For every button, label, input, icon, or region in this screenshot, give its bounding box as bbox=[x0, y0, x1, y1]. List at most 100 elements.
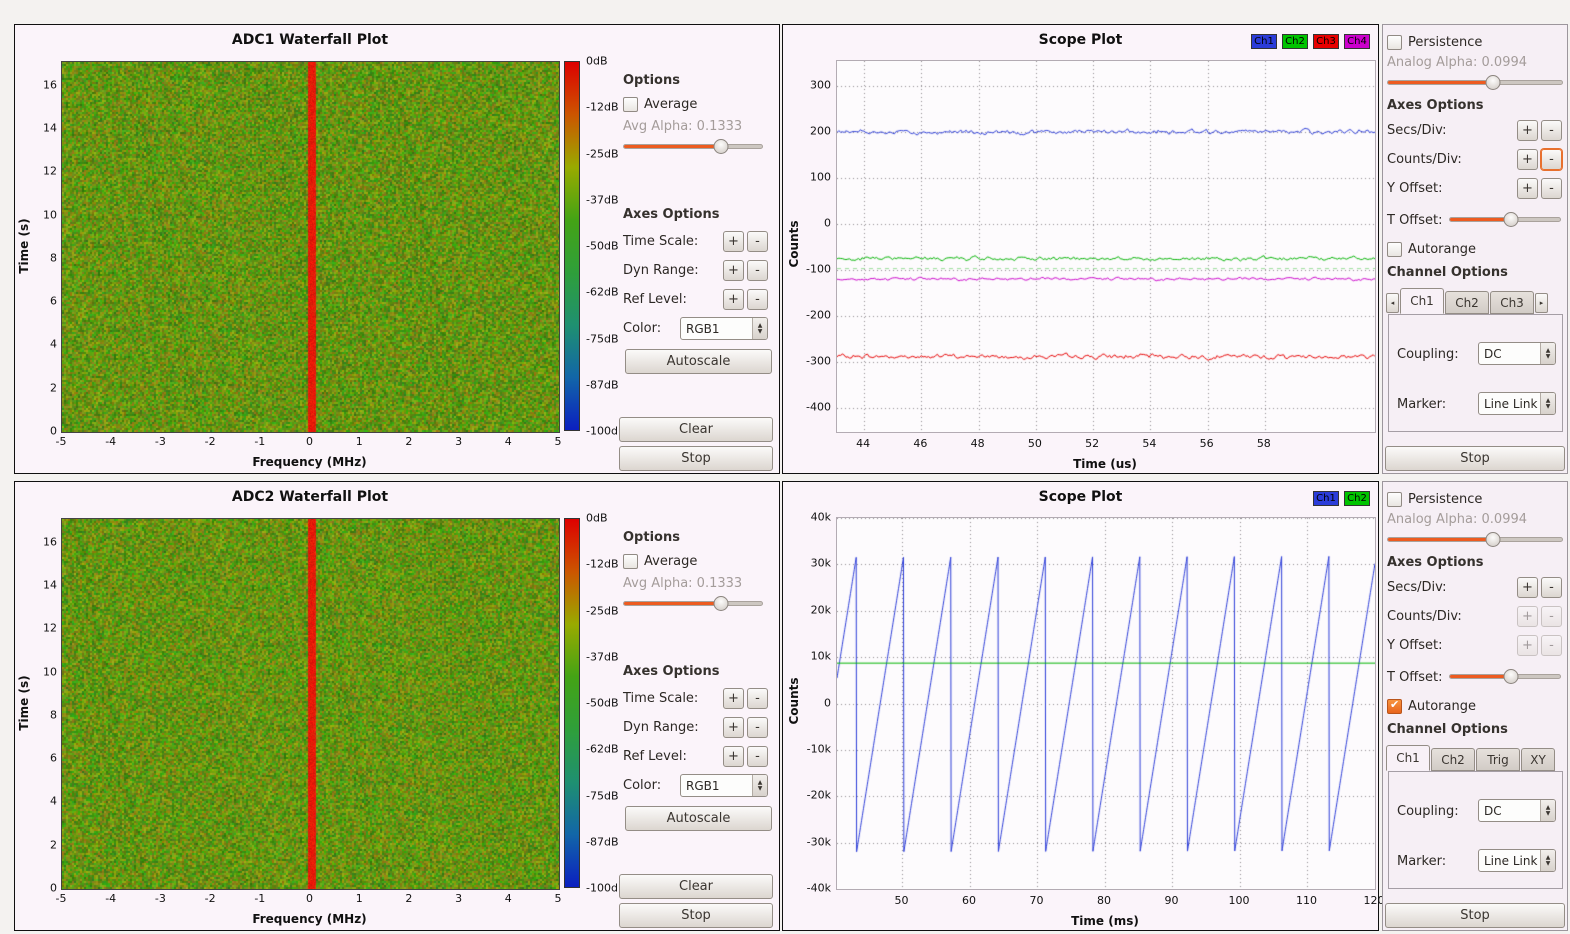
coupling-dropdown[interactable]: DC ▲▼ bbox=[1478, 342, 1556, 365]
y-tick-label: 10k bbox=[811, 650, 831, 663]
scope1-stop-button[interactable]: Stop bbox=[1385, 446, 1565, 471]
scope2-autorange-checkbox[interactable]: Autorange bbox=[1387, 697, 1476, 715]
counts-div-minus-button[interactable]: - bbox=[1541, 149, 1562, 170]
stepper-arrows-icon[interactable]: ▲▼ bbox=[1540, 850, 1555, 871]
time-scale-minus-button[interactable]: - bbox=[747, 688, 768, 709]
stepper-arrows-icon[interactable]: ▲▼ bbox=[1540, 393, 1555, 414]
ref-level-plus-button[interactable]: + bbox=[723, 746, 744, 767]
tabs-scroll-left-button[interactable]: ◂ bbox=[1386, 293, 1399, 313]
y-offset-plus-button[interactable]: + bbox=[1517, 178, 1538, 199]
secs-div-minus-button[interactable]: - bbox=[1541, 120, 1562, 141]
scope1-analog-alpha-slider[interactable] bbox=[1387, 75, 1563, 90]
tab-trig[interactable]: Trig bbox=[1476, 748, 1520, 771]
scope1-persistence-checkbox[interactable]: Persistence bbox=[1387, 33, 1482, 51]
tab-ch1[interactable]: Ch1 bbox=[1400, 288, 1444, 314]
stepper-arrows-icon[interactable]: ▲▼ bbox=[752, 318, 767, 339]
scope1-t-offset-slider[interactable] bbox=[1449, 212, 1561, 227]
dyn-range-minus-button[interactable]: - bbox=[747, 717, 768, 738]
slider-knob[interactable] bbox=[1485, 75, 1500, 90]
scope1-autorange-checkbox[interactable]: Autorange bbox=[1387, 240, 1476, 258]
adc2-stop-button[interactable]: Stop bbox=[619, 903, 773, 928]
scope2-t-offset-slider[interactable] bbox=[1449, 669, 1561, 684]
adc1-autoscale-button[interactable]: Autoscale bbox=[625, 349, 772, 374]
scope1-channel-tabs: ◂ Ch1 Ch2 Ch3 ▸ bbox=[1386, 288, 1564, 314]
dyn-range-plus-button[interactable]: + bbox=[723, 260, 744, 281]
stepper-arrows-icon[interactable]: ▲▼ bbox=[1540, 343, 1555, 364]
x-tick-label: 0 bbox=[306, 892, 313, 905]
y-tick-label: 0 bbox=[824, 216, 831, 229]
dyn-range-minus-button[interactable]: - bbox=[747, 260, 768, 281]
adc2-avg-alpha-slider[interactable] bbox=[623, 596, 763, 611]
slider-knob[interactable] bbox=[1485, 532, 1500, 547]
stepper-arrows-icon[interactable]: ▲▼ bbox=[1540, 800, 1555, 821]
marker-dropdown[interactable]: Line Link ▲▼ bbox=[1478, 849, 1556, 872]
scope2-stop-button[interactable]: Stop bbox=[1385, 903, 1565, 928]
adc2-waterfall-display[interactable] bbox=[61, 518, 560, 890]
colorbar-label: -37dB bbox=[586, 193, 619, 206]
marker-label: Marker: bbox=[1397, 397, 1446, 412]
secs-div-plus-button[interactable]: + bbox=[1517, 577, 1538, 598]
y-offset-minus-button[interactable]: - bbox=[1541, 635, 1562, 656]
tab-xy[interactable]: XY bbox=[1521, 748, 1555, 771]
scope2-display[interactable] bbox=[837, 518, 1375, 889]
adc1-clear-button[interactable]: Clear bbox=[619, 417, 773, 442]
t-offset-row: T Offset: bbox=[1387, 210, 1563, 231]
y-tick-label: 12 bbox=[43, 622, 57, 635]
y-tick-label: -20k bbox=[807, 789, 831, 802]
scope2-plot-area bbox=[836, 517, 1376, 890]
counts-div-minus-button[interactable]: - bbox=[1541, 606, 1562, 627]
colorbar-label: -25dB bbox=[586, 147, 619, 160]
scope1-plot-area bbox=[836, 60, 1376, 433]
tab-ch2[interactable]: Ch2 bbox=[1445, 291, 1489, 314]
ref-level-minus-button[interactable]: - bbox=[747, 289, 768, 310]
tab-ch1[interactable]: Ch1 bbox=[1386, 745, 1430, 771]
colorbar-label: -62dB bbox=[586, 286, 619, 299]
time-scale-plus-button[interactable]: + bbox=[723, 688, 744, 709]
counts-div-plus-button[interactable]: + bbox=[1517, 606, 1538, 627]
y-offset-plus-button[interactable]: + bbox=[1517, 635, 1538, 656]
adc1-title: ADC1 Waterfall Plot bbox=[15, 32, 605, 48]
checkbox-icon bbox=[623, 97, 638, 112]
slider-knob[interactable] bbox=[714, 596, 729, 611]
ref-level-minus-button[interactable]: - bbox=[747, 746, 768, 767]
time-scale-plus-button[interactable]: + bbox=[723, 231, 744, 252]
dyn-range-plus-button[interactable]: + bbox=[723, 717, 744, 738]
ref-level-plus-button[interactable]: + bbox=[723, 289, 744, 310]
adc2-clear-button[interactable]: Clear bbox=[619, 874, 773, 899]
color-dropdown[interactable]: RGB1 ▲▼ bbox=[680, 317, 768, 340]
slider-knob[interactable] bbox=[1503, 212, 1518, 227]
coupling-dropdown[interactable]: DC ▲▼ bbox=[1478, 799, 1556, 822]
tab-ch2[interactable]: Ch2 bbox=[1431, 748, 1475, 771]
x-tick-label: 5 bbox=[555, 435, 562, 448]
time-scale-row: Time Scale: + - bbox=[623, 688, 769, 709]
slider-knob[interactable] bbox=[1503, 669, 1518, 684]
colorbar-label: -87dB bbox=[586, 378, 619, 391]
options-heading: Options bbox=[623, 530, 680, 545]
secs-div-minus-button[interactable]: - bbox=[1541, 577, 1562, 598]
scope2-x-axis-label: Time (ms) bbox=[836, 914, 1374, 928]
adc1-avg-alpha-slider[interactable] bbox=[623, 139, 763, 154]
scope2-analog-alpha-slider[interactable] bbox=[1387, 532, 1563, 547]
marker-dropdown[interactable]: Line Link ▲▼ bbox=[1478, 392, 1556, 415]
adc1-stop-button[interactable]: Stop bbox=[619, 446, 773, 471]
tabs-scroll-right-button[interactable]: ▸ bbox=[1535, 293, 1548, 313]
stepper-arrows-icon[interactable]: ▲▼ bbox=[752, 775, 767, 796]
channel-tab-content: Coupling: DC ▲▼ Marker: Line Link ▲▼ bbox=[1388, 771, 1563, 889]
scope1-y-ticks: 3002001000-100-200-300-400 bbox=[797, 60, 831, 431]
slider-knob[interactable] bbox=[714, 139, 729, 154]
scope1-display[interactable] bbox=[837, 61, 1375, 432]
adc2-average-checkbox[interactable]: Average bbox=[623, 552, 697, 570]
secs-div-row: Secs/Div: + - bbox=[1387, 577, 1563, 598]
y-offset-minus-button[interactable]: - bbox=[1541, 178, 1562, 199]
adc1-waterfall-display[interactable] bbox=[61, 61, 560, 433]
scope2-persistence-checkbox[interactable]: Persistence bbox=[1387, 490, 1482, 508]
time-scale-minus-button[interactable]: - bbox=[747, 231, 768, 252]
adc2-autoscale-button[interactable]: Autoscale bbox=[625, 806, 772, 831]
autorange-label: Autorange bbox=[1408, 242, 1476, 257]
tab-ch3[interactable]: Ch3 bbox=[1490, 291, 1534, 314]
x-tick-label: -2 bbox=[205, 435, 216, 448]
secs-div-plus-button[interactable]: + bbox=[1517, 120, 1538, 141]
adc1-average-checkbox[interactable]: Average bbox=[623, 95, 697, 113]
color-dropdown[interactable]: RGB1 ▲▼ bbox=[680, 774, 768, 797]
counts-div-plus-button[interactable]: + bbox=[1517, 149, 1538, 170]
